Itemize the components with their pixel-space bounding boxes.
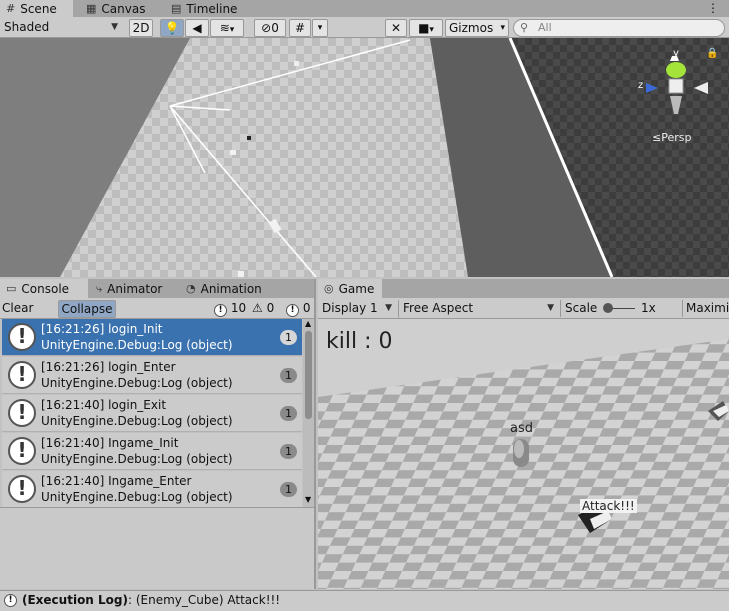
chevron-down-icon: ▼	[547, 303, 554, 313]
orientation-gizmo[interactable]: y z 🔒 ≤Persp	[636, 38, 729, 148]
tab-scene[interactable]: # Scene	[0, 0, 73, 17]
game-toolbar: Display 1 ▼ Free Aspect ▼ Scale 1x Maxim…	[318, 298, 729, 319]
tab-timeline[interactable]: ▤ Timeline	[165, 0, 243, 17]
status-message: : (Enemy_Cube) Attack!!!	[128, 593, 281, 607]
search-field[interactable]: ⚲ All	[513, 19, 725, 37]
game-render	[318, 319, 729, 589]
search-placeholder: All	[538, 21, 552, 34]
lightbulb-icon: 💡	[164, 21, 180, 35]
gizmos-dropdown[interactable]: Gizmos ▾	[445, 19, 509, 37]
tab-animation[interactable]: ◔ Animation	[180, 279, 268, 298]
info-icon: !	[214, 304, 227, 317]
camera-icon: ■	[418, 21, 430, 35]
tab-animator[interactable]: ⤷ Animator	[90, 279, 168, 298]
grid-icon: ▦	[86, 1, 97, 15]
scene-toolbar: Shaded ▼ 2D 💡 ◀ ≋▾ ⊘0 # ▾ ✕ ■▾ Gizmos ▾ …	[0, 17, 729, 38]
lock-icon[interactable]: 🔒	[706, 48, 718, 59]
log-count-badge: 1	[280, 368, 297, 383]
lighting-toggle-button[interactable]: 💡	[160, 19, 184, 37]
animation-icon: ◔	[186, 281, 196, 295]
scene-render[interactable]	[0, 38, 729, 277]
game-viewport[interactable]: kill : 0 asd Attack!!!	[318, 319, 729, 589]
kill-counter-text: kill : 0	[326, 329, 393, 354]
audio-toggle-button[interactable]: ◀	[185, 19, 209, 37]
maximize-toggle[interactable]: Maximiz	[682, 300, 729, 317]
log-entry[interactable]: [16:21:40] Ingame_Enter UnityEngine.Debu…	[2, 471, 302, 508]
console-icon: ▭	[6, 281, 17, 295]
speaker-icon: ◀	[192, 21, 202, 35]
eye-slash-icon: ⊘	[261, 21, 272, 35]
tab-game[interactable]: ◎ Game	[318, 279, 382, 298]
crossed-tools-icon: ✕	[390, 21, 402, 35]
tab-console[interactable]: ▭ Console	[0, 279, 88, 298]
player-name-label: asd	[510, 421, 533, 436]
grid-options-dropdown[interactable]: ▾	[312, 19, 328, 37]
scene-viewport[interactable]: y z 🔒 ≤Persp	[0, 38, 729, 277]
chevron-down-icon: ▾	[500, 23, 505, 33]
chevron-down-icon: ▼	[111, 22, 118, 32]
display-dropdown[interactable]: Display 1 ▼	[318, 300, 396, 318]
search-icon: ⚲	[520, 21, 529, 34]
camera-dropdown[interactable]: ■▾	[409, 19, 443, 37]
info-icon	[8, 437, 36, 465]
film-icon: ▤	[171, 1, 182, 15]
warning-filter-toggle[interactable]: ⚠ 0	[252, 300, 274, 317]
status-bar[interactable]: ! (Execution Log): (Enemy_Cube) Attack!!…	[0, 590, 729, 611]
more-options-icon[interactable]: ⋮	[707, 0, 719, 16]
info-icon	[8, 399, 36, 427]
log-count-badge: 1	[280, 482, 297, 497]
collapse-toggle-button[interactable]: Collapse	[58, 300, 116, 318]
log-entry[interactable]: [16:21:40] login_Exit UnityEngine.Debug:…	[2, 395, 302, 432]
clear-button[interactable]: Clear	[2, 300, 33, 317]
info-icon	[8, 475, 36, 503]
scroll-up-icon[interactable]: ▲	[305, 319, 311, 328]
game-panel: ◎ Game Display 1 ▼ Free Aspect ▼ Scale 1…	[318, 279, 729, 589]
info-icon: !	[4, 594, 17, 607]
scrollbar-thumb[interactable]	[305, 331, 312, 419]
gizmo-z-label: z	[638, 80, 644, 91]
console-detail-area[interactable]	[0, 507, 314, 589]
scroll-down-icon[interactable]: ▼	[305, 495, 311, 504]
2d-toggle-button[interactable]: 2D	[129, 19, 153, 37]
scale-control: Scale 1x	[560, 300, 680, 317]
animator-icon: ⤷	[96, 281, 103, 295]
shading-mode-dropdown[interactable]: Shaded ▼	[0, 19, 122, 37]
grid-snap-icon: #	[294, 21, 306, 35]
scene-tab-bar: # Scene ▦ Canvas ▤ Timeline ⋮	[0, 0, 729, 17]
status-prefix: (Execution Log)	[22, 593, 128, 607]
hidden-objects-button[interactable]: ⊘0	[254, 19, 286, 37]
enemy-attack-label: Attack!!!	[580, 499, 637, 513]
log-entry[interactable]: [16:21:26] login_Enter UnityEngine.Debug…	[2, 357, 302, 394]
console-toolbar: Clear Collapse ! 10 ⚠ 0 ! 0	[0, 298, 314, 319]
chevron-down-icon: ▼	[385, 303, 392, 313]
chevron-left-icon: ≤	[652, 131, 662, 144]
tools-button[interactable]: ✕	[385, 19, 407, 37]
info-icon	[8, 323, 36, 351]
console-log-list: [16:21:26] login_Init UnityEngine.Debug:…	[0, 319, 314, 508]
info-icon	[8, 361, 36, 389]
log-count-badge: 1	[280, 444, 297, 459]
gamepad-icon: ◎	[324, 281, 334, 295]
log-count-badge: 1	[280, 330, 297, 345]
projection-toggle[interactable]: ≤Persp	[652, 131, 691, 144]
log-entry[interactable]: [16:21:40] Ingame_Init UnityEngine.Debug…	[2, 433, 302, 470]
log-entry[interactable]: [16:21:26] login_Init UnityEngine.Debug:…	[2, 319, 302, 356]
error-filter-toggle[interactable]: ! 0	[286, 300, 310, 317]
log-count-badge: 1	[280, 406, 297, 421]
gizmo-y-label: y	[673, 48, 679, 59]
warning-icon: ⚠	[252, 301, 263, 315]
console-panel: ▭ Console ⤷ Animator ◔ Animation Clear C…	[0, 279, 316, 589]
aspect-dropdown[interactable]: Free Aspect ▼	[398, 300, 558, 318]
info-filter-toggle[interactable]: ! 10	[214, 300, 246, 317]
tab-canvas[interactable]: ▦ Canvas	[80, 0, 151, 17]
game-tab-bar: ◎ Game	[318, 279, 729, 298]
effects-dropdown[interactable]: ≋▾	[210, 19, 244, 37]
grid-toggle-button[interactable]: #	[289, 19, 311, 37]
error-icon: !	[286, 304, 299, 317]
console-scrollbar[interactable]: ▲ ▼	[303, 319, 314, 507]
hash-icon: #	[6, 1, 16, 15]
layers-icon: ≋	[219, 21, 230, 35]
console-tab-bar: ▭ Console ⤷ Animator ◔ Animation	[0, 279, 314, 298]
scale-slider-thumb[interactable]	[603, 303, 613, 313]
